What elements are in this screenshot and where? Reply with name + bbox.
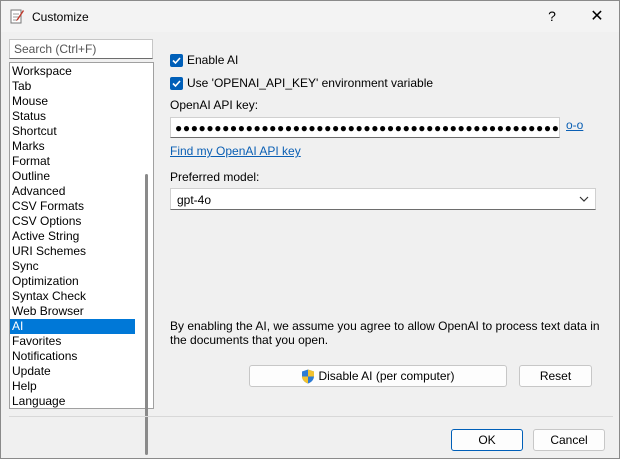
notepad-icon bbox=[10, 9, 24, 24]
env-variable-label: Use 'OPENAI_API_KEY' environment variabl… bbox=[187, 76, 434, 90]
sidebar-item-update[interactable]: Update bbox=[10, 364, 135, 379]
sidebar-item-web-browser[interactable]: Web Browser bbox=[10, 304, 135, 319]
close-button[interactable]: ✕ bbox=[575, 1, 619, 32]
sidebar-item-language[interactable]: Language bbox=[10, 394, 135, 409]
category-list[interactable]: Workspace Tab Mouse Status Shortcut Marks Form… bbox=[9, 62, 154, 455]
sidebar-item-mouse[interactable]: Mouse bbox=[10, 94, 135, 109]
sidebar-item-ai[interactable]: AI bbox=[10, 319, 135, 334]
checkbox-checked-icon bbox=[170, 53, 183, 67]
sidebar-item-active-string[interactable]: Active String bbox=[10, 229, 135, 244]
search-input[interactable] bbox=[9, 39, 153, 59]
ok-button[interactable]: OK bbox=[451, 429, 523, 451]
sidebar-item-optimization[interactable]: Optimization bbox=[10, 274, 135, 289]
sidebar-item-workspace[interactable]: Workspace bbox=[10, 64, 135, 79]
uac-shield-icon bbox=[302, 369, 315, 383]
enable-ai-label: Enable AI bbox=[187, 53, 239, 67]
sidebar-item-outline[interactable]: Outline bbox=[10, 169, 135, 184]
api-key-input[interactable]: ●●●●●●●●●●●●●●●●●●●●●●●●●●●●●●●●●●●●●●●●… bbox=[170, 117, 560, 138]
title-bar: Customize ? ✕ bbox=[1, 1, 619, 32]
list-scrollbar[interactable] bbox=[145, 174, 148, 455]
sidebar-item-help[interactable]: Help bbox=[10, 379, 135, 394]
chevron-down-icon bbox=[579, 196, 589, 202]
sidebar-item-shortcut[interactable]: Shortcut bbox=[10, 124, 135, 139]
sidebar-item-format[interactable]: Format bbox=[10, 154, 135, 169]
model-select-value: gpt-4o bbox=[177, 193, 212, 207]
window-title: Customize bbox=[32, 10, 89, 24]
sidebar-item-favorites[interactable]: Favorites bbox=[10, 334, 135, 349]
env-variable-checkbox[interactable]: Use 'OPENAI_API_KEY' environment variabl… bbox=[170, 75, 433, 91]
category-items: Workspace Tab Mouse Status Shortcut Marks Form… bbox=[10, 63, 153, 409]
help-button[interactable]: ? bbox=[535, 1, 569, 32]
sidebar-item-marks[interactable]: Marks bbox=[10, 139, 135, 154]
sidebar-item-status[interactable]: Status bbox=[10, 109, 135, 124]
sidebar-item-notifications[interactable]: Notifications bbox=[10, 349, 135, 364]
cancel-button[interactable]: Cancel bbox=[533, 429, 605, 451]
sidebar-item-uri-schemes[interactable]: URI Schemes bbox=[10, 244, 135, 259]
sidebar-item-sync[interactable]: Sync bbox=[10, 259, 135, 274]
customize-dialog: Customize ? ✕ WorkspaceTabMouseStatusSho… bbox=[0, 0, 620, 459]
model-label: Preferred model: bbox=[170, 170, 260, 184]
sidebar-item-advanced[interactable]: Advanced bbox=[10, 184, 135, 199]
disable-ai-button[interactable]: Disable AI (per computer) bbox=[249, 365, 507, 387]
reveal-key-link[interactable]: o-o bbox=[566, 118, 583, 132]
sidebar-item-csv-formats[interactable]: CSV Formats bbox=[10, 199, 135, 214]
api-key-label: OpenAI API key: bbox=[170, 98, 259, 112]
disable-ai-label: Disable AI (per computer) bbox=[318, 369, 455, 383]
model-select[interactable]: gpt-4o bbox=[170, 188, 596, 210]
ai-notice: By enabling the AI, we assume you agree … bbox=[170, 319, 600, 347]
sidebar-item-csv-options[interactable]: CSV Options bbox=[10, 214, 135, 229]
sidebar-item-tab[interactable]: Tab bbox=[10, 79, 135, 94]
find-api-key-link[interactable]: Find my OpenAI API key bbox=[170, 144, 301, 158]
footer-divider bbox=[9, 416, 613, 417]
sidebar-item-syntax-check[interactable]: Syntax Check bbox=[10, 289, 135, 304]
checkbox-checked-icon bbox=[170, 76, 183, 90]
enable-ai-checkbox[interactable]: Enable AI bbox=[170, 52, 238, 68]
reset-button[interactable]: Reset bbox=[519, 365, 592, 387]
